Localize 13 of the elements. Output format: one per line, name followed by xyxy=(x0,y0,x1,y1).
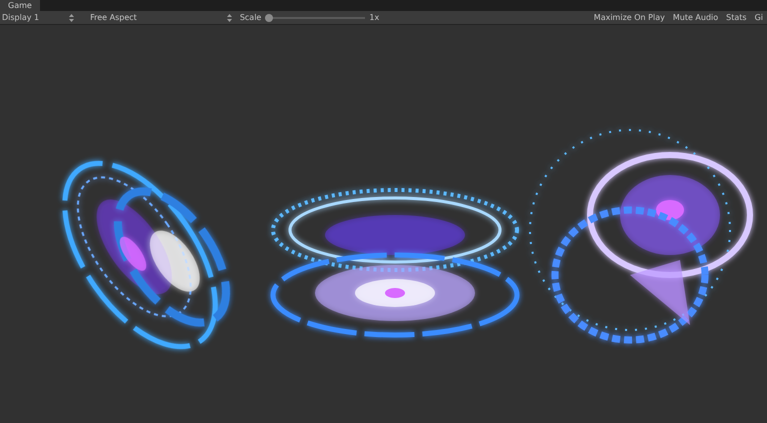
aspect-dropdown[interactable]: Free Aspect xyxy=(82,11,238,24)
scale-reading: 1x xyxy=(369,12,380,24)
scale-slider[interactable] xyxy=(265,14,366,22)
toolbar-toggle[interactable]: Maximize On Play xyxy=(590,11,669,24)
toolbar-toggle[interactable]: Gi xyxy=(750,11,767,24)
slider-thumb[interactable] xyxy=(265,14,274,22)
dropdown-arrows-icon xyxy=(226,14,232,22)
scale-label: Scale xyxy=(240,12,262,24)
toolbar-toggle[interactable]: Mute Audio xyxy=(668,11,722,24)
toolbar-toggle[interactable]: Stats xyxy=(722,11,751,24)
display-dropdown[interactable]: Display 1 xyxy=(0,11,82,24)
dropdown-arrows-icon xyxy=(69,14,74,22)
game-tab[interactable]: Game xyxy=(0,0,40,11)
